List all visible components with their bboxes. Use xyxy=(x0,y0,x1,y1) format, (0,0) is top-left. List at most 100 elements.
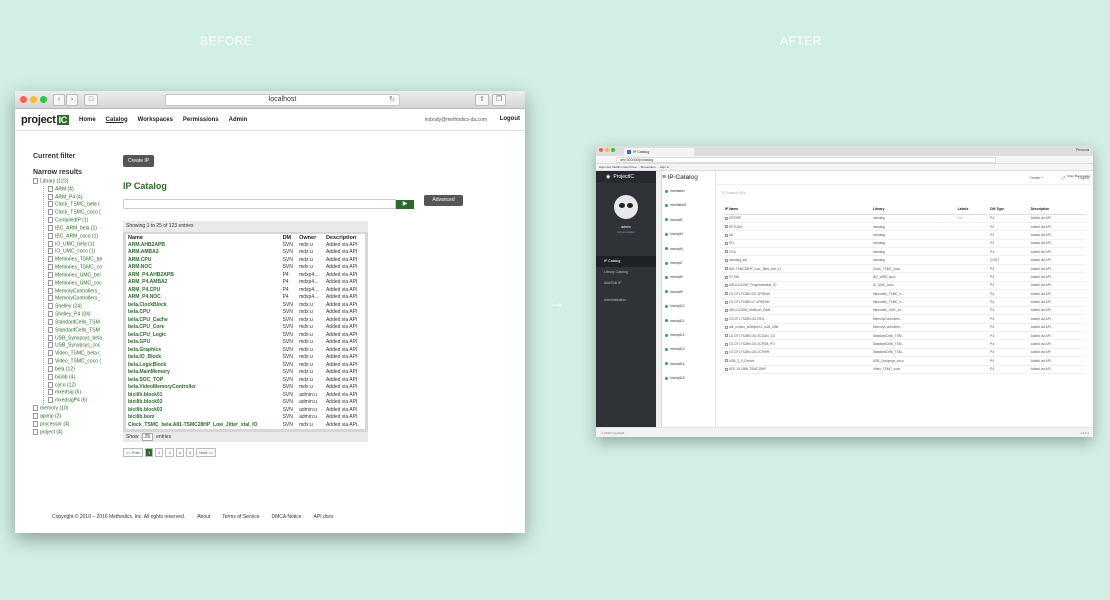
sidebar-item-ip-catalog[interactable]: IP Catalog xyxy=(596,256,656,267)
ip-name-cell[interactable]: CS-DTI-TS28N-LP-1P5RAM xyxy=(724,297,872,307)
column-header[interactable]: Description xyxy=(324,234,365,241)
tree-item[interactable]: USB_Synopsys_bela xyxy=(48,334,121,343)
checkbox-icon[interactable] xyxy=(725,216,728,220)
column-header[interactable]: DM xyxy=(281,234,298,241)
table-row[interactable]: CS-DTI-TS28N-GS-SCDAN_GO StandardCells_TS… xyxy=(724,331,1086,341)
label-item[interactable]: mxedpll15 xyxy=(665,376,686,390)
ip-name-link[interactable]: bicilib.block02 xyxy=(126,399,281,407)
address-bar[interactable]: localhost ↻ xyxy=(165,94,400,106)
filter-by-labels-strip[interactable] xyxy=(656,171,662,427)
checkbox-icon[interactable] xyxy=(725,283,728,287)
maximize-window-button[interactable] xyxy=(40,96,47,103)
ip-name-link[interactable]: bicilib.block03 xyxy=(126,406,281,414)
ip-name-cell[interactable]: CS-DTI-TS28N-GS-SCPWR xyxy=(724,348,872,358)
logout-link[interactable]: Logout xyxy=(500,116,520,122)
column-header[interactable]: DM Type xyxy=(989,205,1030,215)
checkbox-icon[interactable] xyxy=(725,317,728,321)
checkbox-icon[interactable] xyxy=(725,351,728,355)
label-item[interactable]: mxedpll11 xyxy=(665,319,686,333)
ip-name-link[interactable]: ARM_P4.AMBA2 xyxy=(126,279,281,287)
tabs-icon[interactable]: ❐ xyxy=(492,94,506,106)
label-item[interactable]: mxedlabel xyxy=(665,189,686,203)
table-row[interactable]: A81-TSMC28HP_Low_Jitter_xtal_IO Clock_TSM… xyxy=(724,264,1086,274)
checkbox-icon[interactable] xyxy=(725,292,728,296)
minimize-window-button[interactable] xyxy=(605,148,609,152)
tree-item[interactable]: mxedsigP4 (6) xyxy=(48,397,121,405)
checkbox-icon[interactable] xyxy=(725,359,728,363)
page-link[interactable]: Next >> xyxy=(196,447,217,457)
sidebar-item-library-catalog[interactable]: Library Catalog xyxy=(596,267,656,278)
table-row[interactable]: SYT58 IEC_ARM_coco P4 Added via API xyxy=(724,272,1086,282)
label-item[interactable]: mxedpll7 xyxy=(665,261,686,275)
ip-name-link[interactable]: ARM_P4.NOC xyxy=(126,294,281,302)
ip-name-cell[interactable]: CS-DTI-TS28N-GS-REG... xyxy=(724,314,872,324)
tree-item[interactable]: Clock_TSMC_bela ( xyxy=(48,201,121,209)
create-button[interactable]: Create + xyxy=(1029,176,1043,180)
nav-home[interactable]: Home xyxy=(79,117,96,123)
tree-item[interactable]: IO_UMC_bela (1) xyxy=(48,240,121,249)
tree-item[interactable]: Memories_UMC_bel xyxy=(48,271,121,280)
table-row[interactable]: ARM_P4.AMBA2 P4 mdxp4... Added via API xyxy=(126,279,365,287)
tree-item[interactable]: Video_TSMC_coco ( xyxy=(48,358,121,366)
expand-icon[interactable]: ⤢ xyxy=(1062,175,1065,180)
ip-name-link[interactable]: bela.CPU_Cache xyxy=(126,316,281,324)
ip-name-cell[interactable]: ddr_combo_ts28hpm12_ts28_t28b xyxy=(724,323,872,332)
ip-name-cell[interactable]: A81-TSMC28HP_Low_Jitter_xtal_IO xyxy=(724,264,872,274)
checkbox-icon[interactable] xyxy=(725,267,728,271)
table-row[interactable]: CS-DTI-TS28N-GS-SCPDB_PO StandardCells_TS… xyxy=(724,339,1086,349)
table-row[interactable]: ddr_combo_ts28hpm12_ts28_t28b MemoryContr… xyxy=(724,323,1086,332)
label-item[interactable]: mxedpll9 xyxy=(665,275,686,289)
forward-icon[interactable]: › xyxy=(66,94,78,106)
checkbox-icon[interactable] xyxy=(725,233,728,237)
tree-item[interactable]: qpimp (2) xyxy=(33,412,121,421)
footer-about-link[interactable]: About xyxy=(197,514,210,520)
table-row[interactable]: CS-DTI-TS28N-GS-SCPWR StandardCells_TSM..… xyxy=(724,348,1086,358)
sidebar-item-add-edit-ip[interactable]: Add/Edit IP xyxy=(596,278,656,289)
tree-item[interactable]: IEC_ARM_bela (1) xyxy=(48,224,121,233)
tree-item[interactable]: coco (12) xyxy=(48,381,121,390)
close-window-button[interactable] xyxy=(20,96,27,103)
label-item[interactable]: mxedpll13 xyxy=(665,347,686,361)
tree-item[interactable]: bela (12) xyxy=(48,365,121,374)
tree-item[interactable]: bicilib (4) xyxy=(48,373,121,382)
tree-item[interactable]: Clock_TSMC_coco ( xyxy=(48,209,121,217)
ip-name-link[interactable]: bicilib.bom xyxy=(126,414,281,422)
search-input[interactable] xyxy=(123,199,396,209)
ip-name-cell[interactable]: VGA xyxy=(724,247,872,257)
back-icon[interactable]: ‹ xyxy=(53,94,65,106)
ip-name-link[interactable]: ARM.AMBA2 xyxy=(126,249,281,257)
table-row[interactable]: ARM_P4.CPU P4 mdxp4... Added via API xyxy=(126,286,365,294)
tree-item[interactable]: IEC_ARM_coco (1) xyxy=(48,232,121,241)
share-icon[interactable]: ⇧ xyxy=(475,94,489,106)
label-item[interactable]: mxedpll1 xyxy=(665,218,686,232)
table-row[interactable]: bela.ClockBlock SVN mdx:u Added via API xyxy=(126,301,365,309)
table-row[interactable]: bela.CPU_Cache SVN mdx:u Added via API xyxy=(126,316,365,324)
search-ips-input[interactable]: ⚲ Search IPs xyxy=(722,190,746,195)
table-row[interactable]: ARM_P4.NOC P4 mdxp4... Added via API xyxy=(126,294,365,302)
table-row[interactable]: AFE-19-16Bit-TSMC28HP Video_TSMC_coco P4 Ad… xyxy=(724,365,1086,374)
ip-name-link[interactable]: Clock_TSMC_bela.A81-TSMC28HP_Low_Jitter_… xyxy=(126,421,281,429)
tree-item[interactable]: mxedsig (6) xyxy=(48,389,121,397)
ip-name-link[interactable]: bela.Graphics xyxy=(126,346,281,354)
table-row[interactable]: bicilib.block01 SVN admin:u Added via API xyxy=(126,391,365,399)
search-go-button[interactable]: ▶ xyxy=(396,200,414,209)
brand[interactable]: ◉ ProjectIC xyxy=(596,171,656,183)
table-row[interactable]: ARM.AMBA2 SVN mdx:u Added via API xyxy=(126,249,365,257)
table-row[interactable]: bela.IO_Block SVN mdx:u Added via API xyxy=(126,354,365,362)
ip-name-link[interactable]: bela.MainMemory xyxy=(126,369,281,377)
table-row[interactable]: bela.CPU_Core SVN mdx:u Added via API xyxy=(126,324,365,332)
ip-name-cell[interactable]: A81U-U2800_Multiport_RAM xyxy=(724,306,872,316)
tree-item[interactable]: Shelley (24) xyxy=(48,303,121,311)
table-row[interactable]: bela.LogicBlock SVN mdx:u Added via API xyxy=(126,361,365,369)
advanced-button[interactable]: Advanced xyxy=(424,195,463,206)
table-row[interactable]: ARM.AHB2APB SVN mdx:u Added via API xyxy=(126,241,365,249)
table-row[interactable]: ARM.CPU SVN mdx:u Added via API xyxy=(126,256,365,264)
minimize-window-button[interactable] xyxy=(30,96,37,103)
ip-name-cell[interactable]: A81U-U200IP_Programmable_IO xyxy=(724,281,872,291)
page-link[interactable]: 3 xyxy=(165,447,174,457)
tree-item[interactable]: Video_TSMC_bela ( xyxy=(48,350,121,358)
ip-name-link[interactable]: ARM.CPU xyxy=(126,256,281,264)
nav-catalog[interactable]: Catalog xyxy=(106,117,128,123)
ip-name-link[interactable]: bela.VideoMemoryController xyxy=(126,384,281,392)
ip-name-cell[interactable]: SYT58 xyxy=(724,272,872,282)
